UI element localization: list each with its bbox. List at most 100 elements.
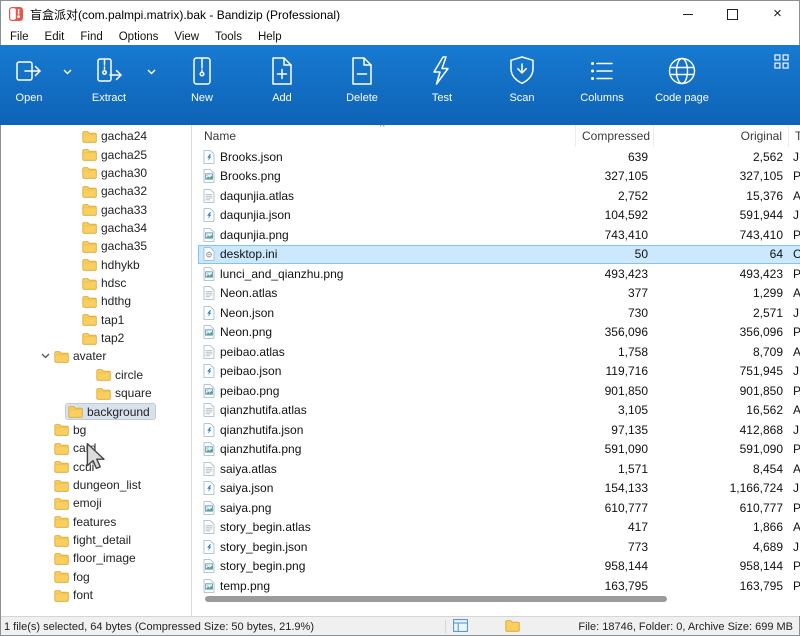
tree-item-gacha35[interactable]: gacha35 (0, 237, 191, 255)
file-row-temp.png[interactable]: temp.png163,795163,795P (198, 576, 800, 596)
tree-item-hdsc[interactable]: hdsc (0, 274, 191, 292)
title-bar[interactable]: 盲盒派对(com.palmpi.matrix).bak - Bandizip (… (0, 0, 800, 28)
toolbar-scan-button[interactable]: Scan (482, 53, 562, 104)
minimize-button[interactable] (665, 0, 710, 28)
png-file-icon (203, 442, 215, 456)
file-row-desktop.ini[interactable]: desktop.ini5064C (198, 245, 800, 265)
folder-icon (82, 221, 97, 234)
column-header-name[interactable]: Name (198, 125, 576, 147)
file-name-cell: saiya.atlas (198, 462, 576, 476)
file-name-cell: Neon.atlas (198, 286, 576, 300)
file-row-Neon.png[interactable]: Neon.png356,096356,096P (198, 323, 800, 343)
file-compressed-size: 2,752 (576, 189, 654, 203)
file-row-qianzhutifa.json[interactable]: qianzhutifa.json97,135412,868J (198, 420, 800, 440)
file-row-peibao.png[interactable]: peibao.png901,850901,850P (198, 381, 800, 401)
menu-view[interactable]: View (166, 31, 207, 43)
file-row-peibao.json[interactable]: peibao.json119,716751,945J (198, 362, 800, 382)
open-folder-button[interactable] (503, 619, 521, 635)
tree-item-emoji[interactable]: emoji (0, 494, 191, 512)
tree-item-content: gacha30 (80, 165, 152, 180)
tree-item-gacha25[interactable]: gacha25 (0, 145, 191, 163)
file-row-peibao.atlas[interactable]: peibao.atlas1,7588,709A (198, 342, 800, 362)
file-original-size: 743,410 (654, 228, 789, 242)
toolbar-extract-dropdown-button[interactable] (140, 53, 162, 89)
tree-item-background[interactable]: background (0, 402, 191, 420)
tree-item-bg[interactable]: bg (0, 421, 191, 439)
column-header-type[interactable]: T (789, 125, 800, 147)
file-row-Neon.atlas[interactable]: Neon.atlas3771,299A (198, 284, 800, 304)
file-type: J (789, 481, 800, 495)
file-type: P (789, 442, 800, 456)
tree-item-circle[interactable]: circle (0, 366, 191, 384)
menu-help[interactable]: Help (250, 31, 290, 43)
file-row-saiya.png[interactable]: saiya.png610,777610,777P (198, 498, 800, 518)
folder-icon (82, 130, 97, 143)
file-row-saiya.atlas[interactable]: saiya.atlas1,5718,454A (198, 459, 800, 479)
toolbar-columns-button[interactable]: Columns (562, 53, 642, 104)
file-row-daqunjia.atlas[interactable]: daqunjia.atlas2,75215,376A (198, 186, 800, 206)
toolbar-extract-button[interactable]: Extract (78, 53, 140, 104)
tree-item-gacha30[interactable]: gacha30 (0, 164, 191, 182)
tree-item-features[interactable]: features (0, 513, 191, 531)
tree-item-dungeon_list[interactable]: dungeon_list (0, 476, 191, 494)
tree-item-gacha34[interactable]: gacha34 (0, 219, 191, 237)
toolbar-open-button[interactable]: Open (2, 53, 56, 104)
tree-item-floor_image[interactable]: floor_image (0, 549, 191, 567)
tree-item-fog[interactable]: fog (0, 568, 191, 586)
tree-item-label: card (73, 442, 96, 454)
file-row-lunci_and_qianzhu.png[interactable]: lunci_and_qianzhu.png493,423493,423P (198, 264, 800, 284)
tree-item-font[interactable]: font (0, 586, 191, 604)
tree-item-gacha24[interactable]: gacha24 (0, 127, 191, 145)
file-original-size: 8,709 (654, 345, 789, 359)
tree-item-square[interactable]: square (0, 384, 191, 402)
column-compressed-label: Compressed (582, 129, 650, 143)
menu-find[interactable]: Find (72, 31, 110, 43)
folder-icon (82, 240, 97, 253)
folder-icon (54, 589, 69, 602)
file-row-story_begin.json[interactable]: story_begin.json7734,689J (198, 537, 800, 557)
file-row-daqunjia.png[interactable]: daqunjia.png743,410743,410P (198, 225, 800, 245)
file-row-Neon.json[interactable]: Neon.json7302,571J (198, 303, 800, 323)
tree-item-avater[interactable]: avater (0, 347, 191, 365)
file-row-qianzhutifa.atlas[interactable]: qianzhutifa.atlas3,10516,562A (198, 401, 800, 421)
toolbar-new-button[interactable]: New (162, 53, 242, 104)
file-name-cell: Neon.png (198, 325, 576, 339)
file-type: C (789, 247, 800, 261)
file-row-Brooks.png[interactable]: Brooks.png327,105327,105P (198, 167, 800, 187)
tree-item-label: font (73, 589, 93, 601)
tree-item-gacha32[interactable]: gacha32 (0, 182, 191, 200)
column-header-compressed[interactable]: Compressed (576, 125, 654, 147)
close-button[interactable] (755, 0, 800, 28)
file-name-text: qianzhutifa.atlas (220, 403, 307, 417)
menu-edit[interactable]: Edit (37, 31, 73, 43)
toolbar-open-dropdown-button[interactable] (56, 53, 78, 89)
tree-item-ccui[interactable]: ccui (0, 457, 191, 475)
tree-item-fight_detail[interactable]: fight_detail (0, 531, 191, 549)
toolbar-add-button[interactable]: Add (242, 53, 322, 104)
menu-options[interactable]: Options (111, 31, 167, 43)
chevron-expanded-icon[interactable] (38, 353, 52, 359)
maximize-button[interactable] (710, 0, 755, 28)
layout-grid-button[interactable] (772, 55, 790, 73)
list-view-button[interactable] (451, 619, 469, 635)
menu-file[interactable]: File (2, 31, 37, 43)
file-original-size: 751,945 (654, 364, 789, 378)
column-header-original[interactable]: Original (654, 125, 789, 147)
toolbar-delete-button[interactable]: Delete (322, 53, 402, 104)
tree-item-hdhykb[interactable]: hdhykb (0, 256, 191, 274)
tree-item-tap2[interactable]: tap2 (0, 329, 191, 347)
toolbar-test-button[interactable]: Test (402, 53, 482, 104)
tree-item-gacha33[interactable]: gacha33 (0, 200, 191, 218)
file-row-Brooks.json[interactable]: Brooks.json6392,562J (198, 147, 800, 167)
file-row-story_begin.png[interactable]: story_begin.png958,144958,144P (198, 557, 800, 577)
tree-item-hdthg[interactable]: hdthg (0, 292, 191, 310)
menu-tools[interactable]: Tools (207, 31, 250, 43)
file-row-saiya.json[interactable]: saiya.json154,1331,166,724J (198, 479, 800, 499)
toolbar-codepage-button[interactable]: Code page (642, 53, 722, 104)
file-row-daqunjia.json[interactable]: daqunjia.json104,592591,944J (198, 206, 800, 226)
file-row-story_begin.atlas[interactable]: story_begin.atlas4171,866A (198, 518, 800, 538)
horizontal-scrollbar-thumb[interactable] (205, 596, 667, 602)
tree-item-card[interactable]: card (0, 439, 191, 457)
file-row-qianzhutifa.png[interactable]: qianzhutifa.png591,090591,090P (198, 440, 800, 460)
tree-item-tap1[interactable]: tap1 (0, 311, 191, 329)
